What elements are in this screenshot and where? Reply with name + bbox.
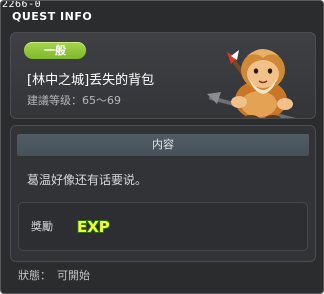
status-value: 可開始: [57, 269, 90, 282]
npc-portrait-icon: [207, 49, 296, 118]
quest-content-panel: 内容 葛温好像还有话要说。 獎勵 EXP: [10, 125, 316, 262]
quest-description: 葛温好像还有话要说。: [27, 173, 148, 187]
reward-label: 獎勵: [31, 220, 53, 233]
recommended-level: 建議等级：65～69: [27, 94, 121, 107]
exp-icon-text: EXP: [77, 218, 110, 236]
window-title: QUEST INFO: [12, 10, 93, 23]
quest-status: 狀態： 可開始: [18, 267, 90, 283]
content-header: 内容: [17, 134, 309, 156]
quest-header-panel: 一般 [林中之城]丢失的背包 建議等级：65～69: [10, 32, 316, 119]
quest-info-window: 2266-0 QUEST INFO 一般 [林中之城]丢失的背包 建議等级：65…: [0, 0, 324, 294]
quest-name: [林中之城]丢失的背包: [27, 73, 155, 88]
exp-icon: EXP: [76, 217, 110, 237]
title-bar[interactable]: QUEST INFO: [1, 8, 323, 26]
quest-type-badge: 一般: [24, 42, 86, 59]
reward-panel: 獎勵 EXP: [18, 202, 308, 251]
status-label: 狀態：: [18, 269, 51, 282]
